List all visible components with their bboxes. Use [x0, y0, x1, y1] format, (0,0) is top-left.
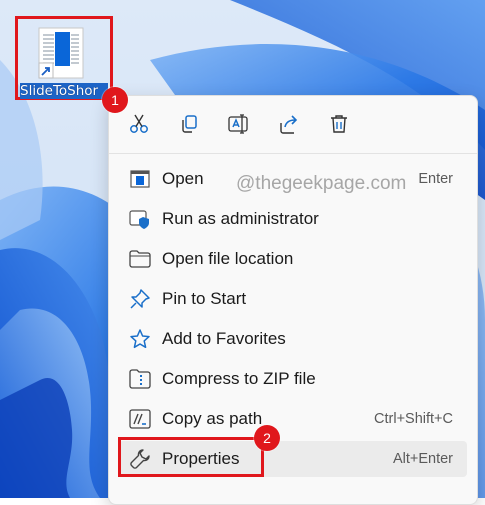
menu-separator	[109, 153, 477, 154]
desktop-shortcut[interactable]: SlideToShor	[15, 16, 113, 100]
menu-item-label: Compress to ZIP file	[162, 369, 316, 388]
menu-item-copy-as-path[interactable]: Copy as path Ctrl+Shift+C	[119, 401, 467, 437]
shortcut-label: SlideToShor	[20, 83, 108, 99]
watermark-text: @thegeekpage.com	[236, 173, 407, 194]
rename-icon	[228, 114, 248, 134]
step-badge-1: 1	[102, 87, 128, 113]
menu-item-open-file-location[interactable]: Open file location	[119, 241, 467, 277]
share-button[interactable]	[271, 106, 307, 142]
delete-button[interactable]	[321, 106, 357, 142]
menu-item-label: Open	[162, 169, 204, 188]
menu-item-run-as-administrator[interactable]: Run as administrator	[119, 201, 467, 237]
menu-item-shortcut: Ctrl+Shift+C	[374, 411, 453, 427]
path-icon	[129, 408, 151, 430]
menu-item-label: Open file location	[162, 249, 294, 268]
menu-item-shortcut: Alt+Enter	[392, 451, 453, 467]
menu-item-pin-to-start[interactable]: Pin to Start	[119, 281, 467, 317]
menu-item-label: Run as administrator	[162, 209, 319, 228]
menu-item-add-to-favorites[interactable]: Add to Favorites	[119, 321, 467, 357]
copy-button[interactable]	[171, 106, 207, 142]
open-app-icon	[129, 168, 151, 190]
document-shortcut-icon	[38, 27, 84, 79]
scissors-icon	[130, 114, 148, 133]
step-badge-2: 2	[254, 425, 280, 451]
menu-item-label: Add to Favorites	[162, 329, 286, 348]
context-menu-toolbar	[109, 106, 477, 142]
menu-item-compress-to-zip[interactable]: Compress to ZIP file	[119, 361, 467, 397]
trash-icon	[331, 115, 347, 133]
copy-icon	[182, 115, 197, 133]
menu-item-shortcut: Enter	[418, 171, 453, 187]
star-icon	[129, 328, 151, 350]
properties-highlight-box	[118, 437, 264, 477]
menu-item-label: Copy as path	[162, 409, 263, 428]
cut-button[interactable]	[121, 106, 157, 142]
pin-icon	[129, 288, 151, 310]
rename-button[interactable]	[221, 106, 257, 142]
zip-folder-icon	[129, 368, 151, 390]
share-icon	[280, 115, 298, 134]
shield-admin-icon	[129, 208, 151, 230]
menu-item-label: Pin to Start	[162, 289, 247, 308]
folder-icon	[129, 248, 151, 270]
